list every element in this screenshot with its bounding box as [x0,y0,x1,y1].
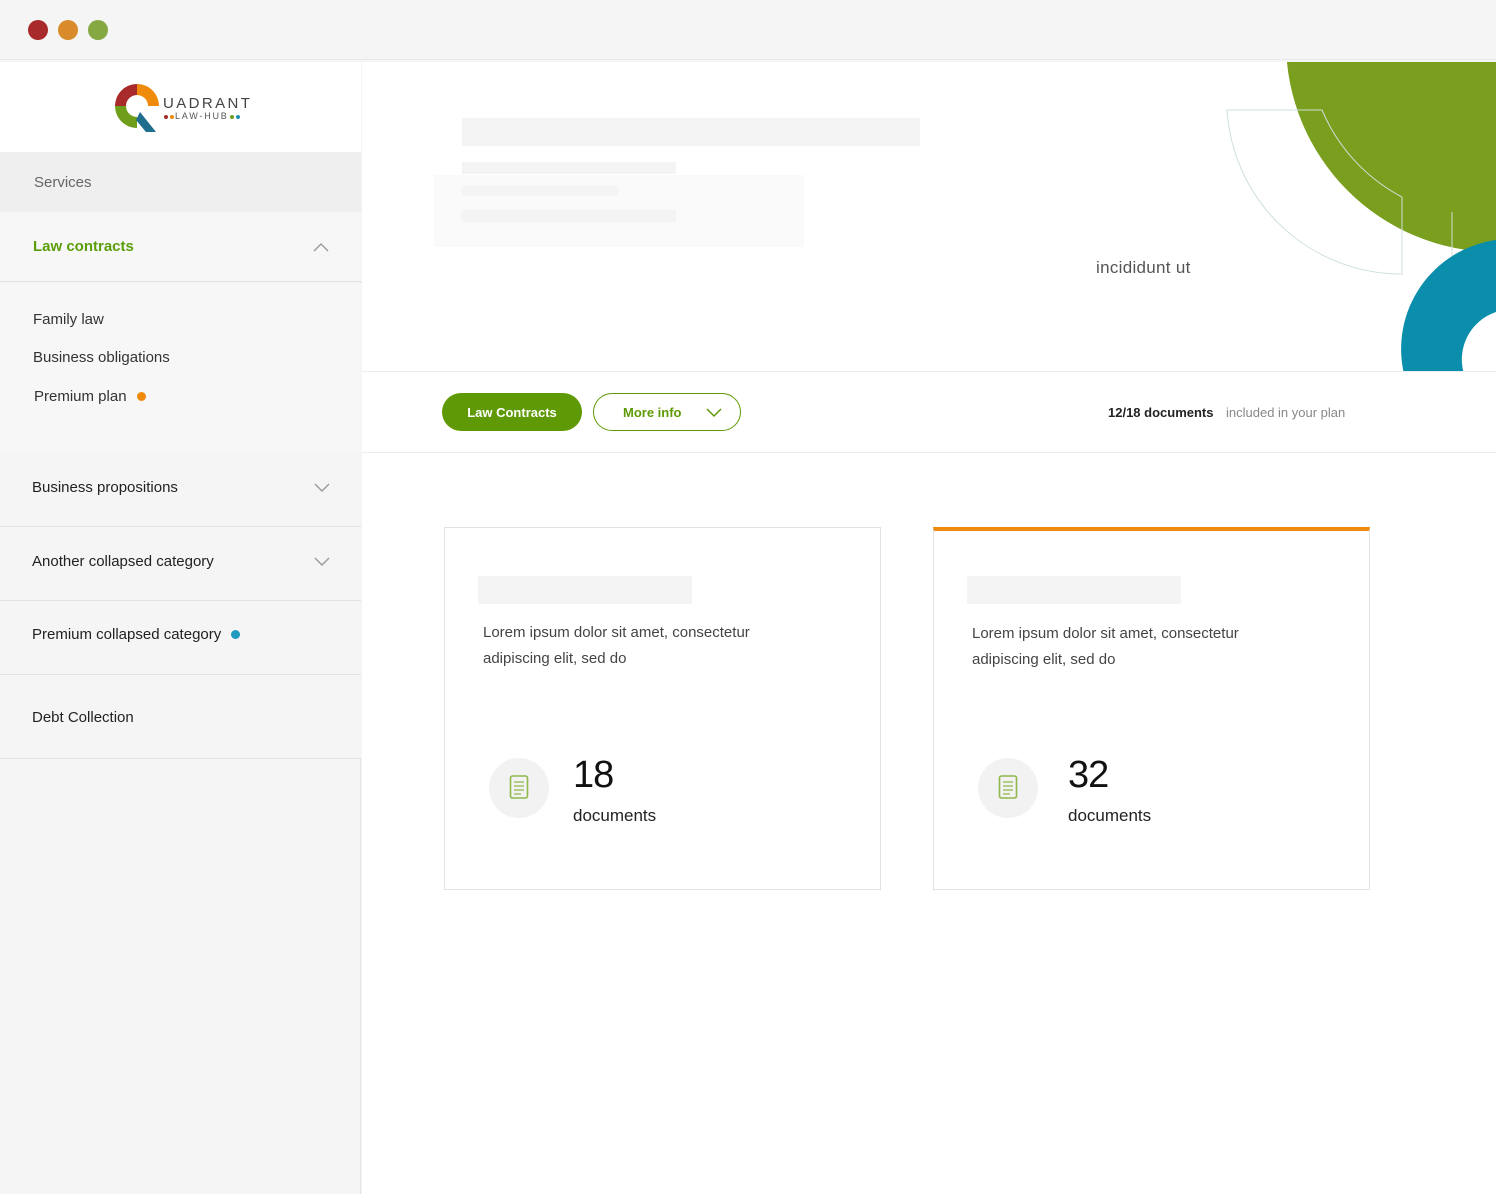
document-count: 18 [573,754,614,796]
services-label: Services [34,174,92,191]
action-toolbar: Law Contracts More info 12/18 documents … [362,373,1496,453]
sidebar-category-business-propositions[interactable]: Business propositions [0,451,361,527]
brand-sub: LAW-HUB [163,111,241,121]
card-title-skeleton [967,576,1181,604]
sidebar: UADRANT LAW-HUB Services Law contracts F… [0,62,361,1194]
docs-count: 12/18 documents [1108,405,1214,420]
close-window-button[interactable] [28,20,48,40]
chevron-down-icon [706,408,722,418]
title-skeleton [462,118,920,146]
hero-text: incididunt ut [1096,258,1191,277]
maximize-window-button[interactable] [88,20,108,40]
sidebar-category-premium-collapsed[interactable]: Premium collapsed category [0,601,361,675]
quadrant-logo-icon [115,84,159,132]
subtitle-skeleton [462,210,676,222]
sidebar-item-business-obligations[interactable]: Business obligations [33,349,170,366]
subtitle-skeleton [462,186,618,196]
chevron-down-icon [314,483,330,492]
hero-banner: incididunt ut [362,62,1496,372]
category-label: Business propositions [32,479,178,496]
chevron-down-icon [314,557,330,566]
service-card-highlighted[interactable]: Lorem ipsum dolor sit amet, consectetur … [933,527,1370,890]
document-icon [978,758,1038,818]
category-label: Another collapsed category [32,553,214,570]
services-section-header: Services [0,152,361,212]
category-label-with-badge: Premium collapsed category [32,626,241,643]
law-contracts-subitems: Family law Business obligations Premium … [0,283,361,451]
card-description: Lorem ipsum dolor sit amet, consectetur … [972,625,1239,668]
more-info-label: More info [623,404,682,420]
brand-name: UADRANT [163,95,253,112]
document-icon [489,758,549,818]
category-label: Debt Collection [32,709,134,726]
sidebar-item-label: Premium plan [34,388,127,405]
logo[interactable]: UADRANT LAW-HUB [0,62,361,152]
premium-badge [231,629,241,639]
sidebar-category-law-contracts[interactable]: Law contracts [0,212,361,282]
sidebar-category-debt-collection[interactable]: Debt Collection [0,675,361,759]
chevron-up-icon [313,243,329,252]
sidebar-item-premium-plan[interactable]: Premium plan [34,388,146,405]
law-contracts-button[interactable]: Law Contracts [442,393,582,431]
window-titlebar [0,0,1496,60]
document-count-label: documents [1068,806,1152,825]
document-count-label: documents [573,806,657,825]
document-count: 32 [1068,754,1109,796]
category-label: Premium collapsed category [32,626,222,643]
hero-decoration [1226,62,1496,371]
card-title-skeleton [478,576,692,604]
service-card[interactable]: Lorem ipsum dolor sit amet, consectetur … [444,527,881,890]
minimize-window-button[interactable] [58,20,78,40]
docs-note: included in your plan [1226,405,1346,420]
main-content: incididunt ut Law Contracts More info 12… [362,62,1496,1194]
subtitle-skeleton [462,162,676,174]
card-description: Lorem ipsum dolor sit amet, consectetur … [483,624,750,667]
sidebar-category-another-collapsed[interactable]: Another collapsed category [0,527,361,601]
premium-badge [136,391,146,401]
more-info-button[interactable]: More info [593,393,741,431]
category-label: Law contracts [33,238,134,255]
sidebar-item-family-law[interactable]: Family law [33,311,104,328]
